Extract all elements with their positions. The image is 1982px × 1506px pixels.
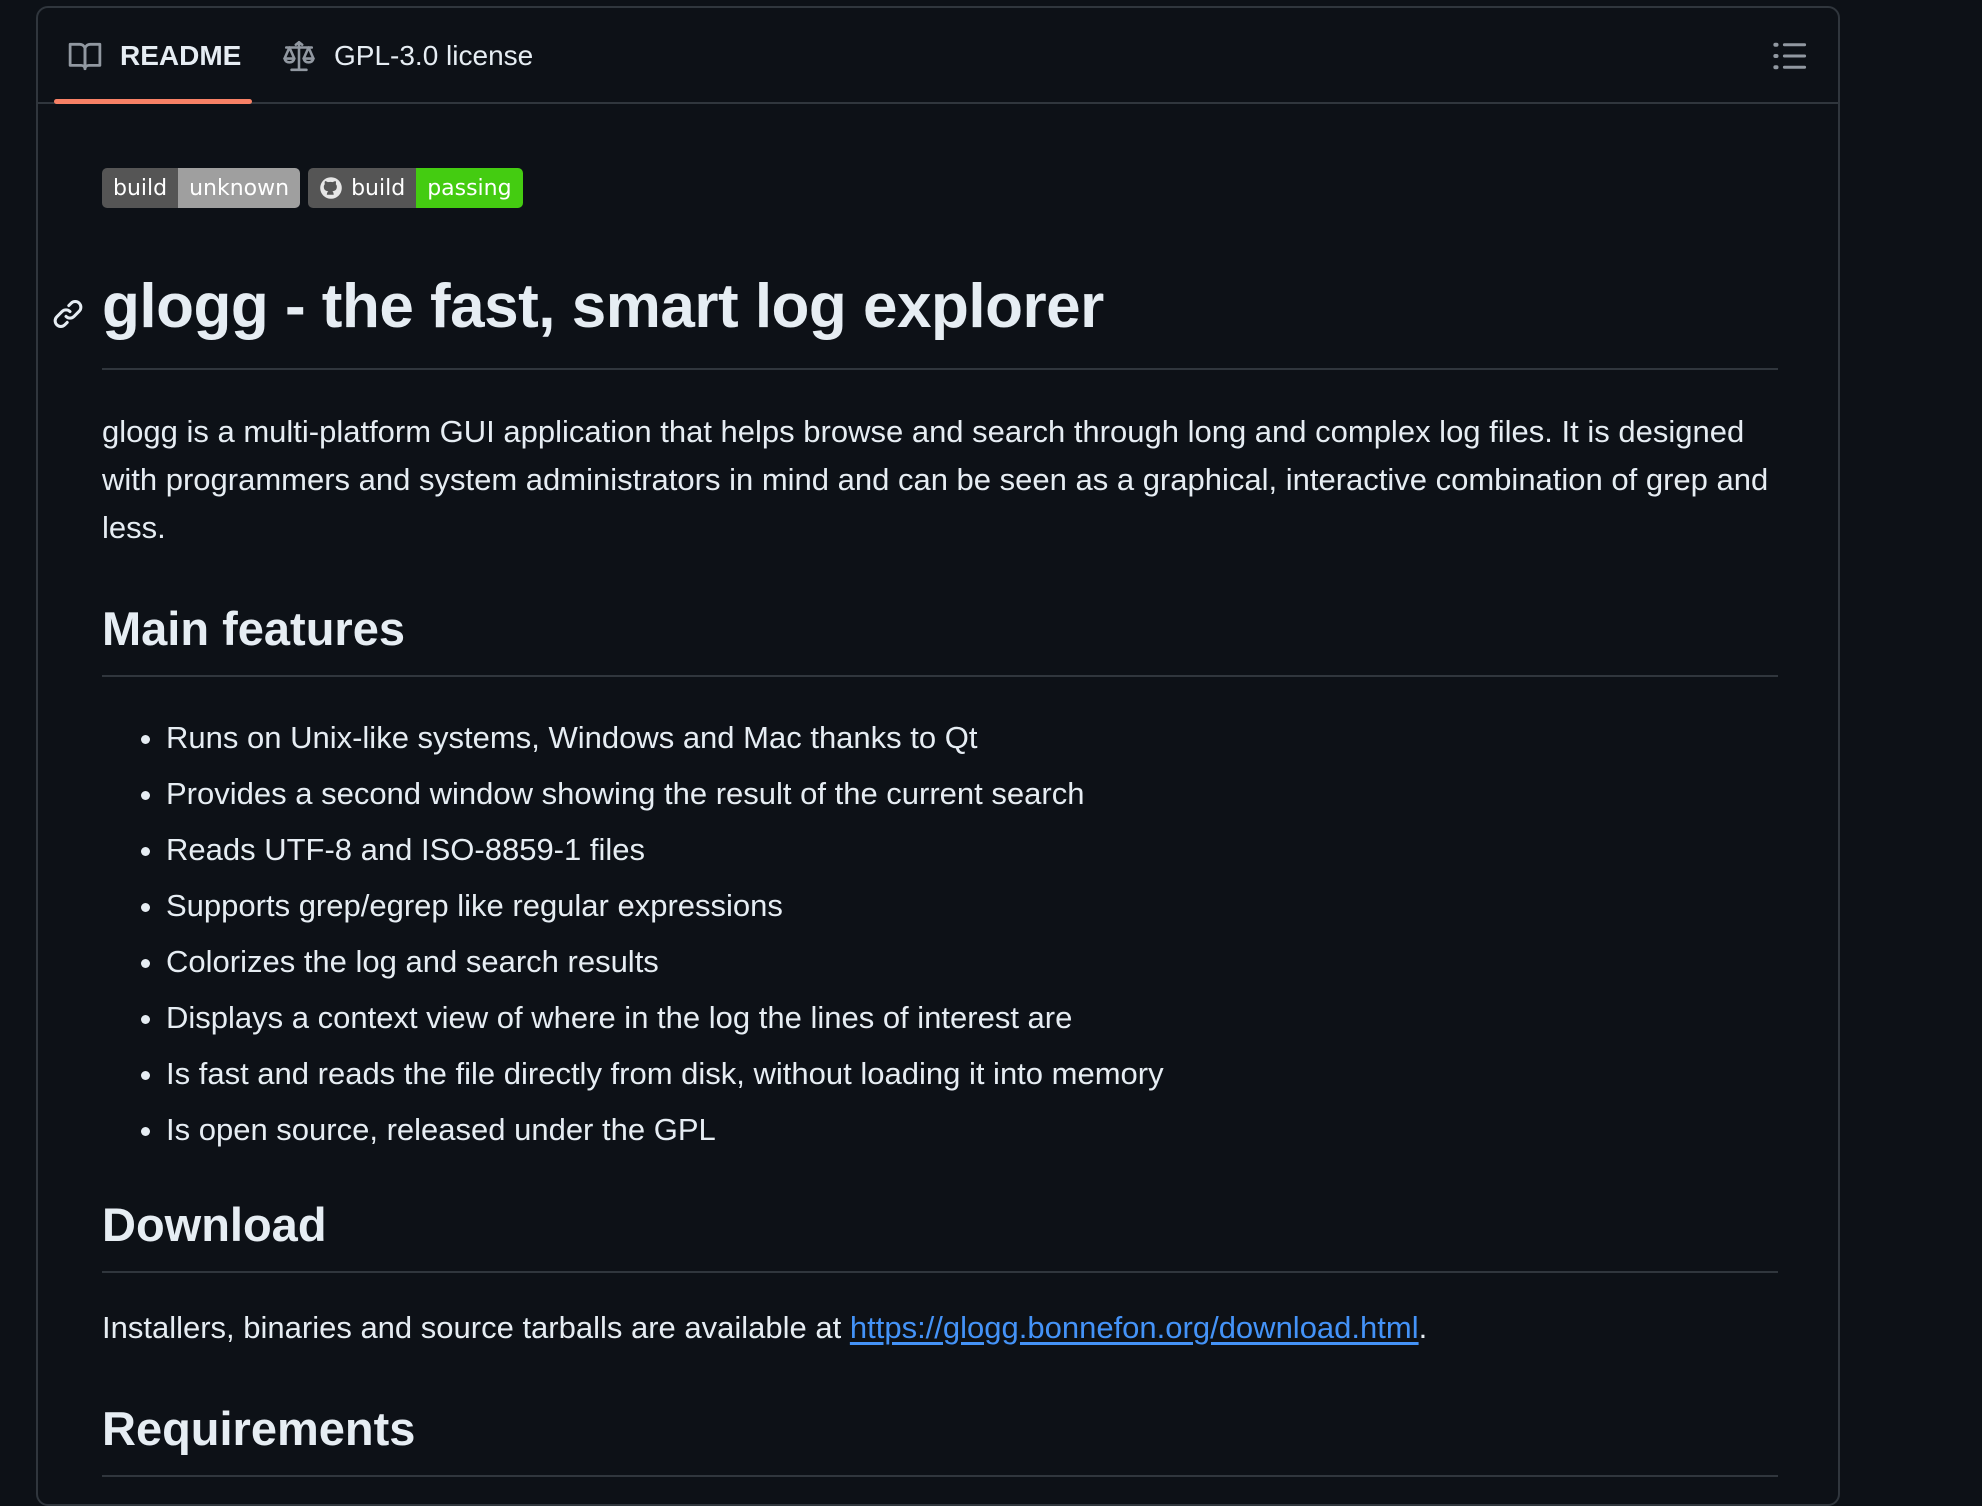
badges: build unknown build passing: [102, 168, 523, 208]
readme-tab-bar: README GPL-3.0 license: [38, 8, 1838, 104]
intro-paragraph: glogg is a multi-platform GUI applicatio…: [102, 414, 1769, 545]
download-text: Installers, binaries and source tarballs…: [102, 1310, 850, 1345]
list-item: Runs on Unix-like systems, Windows and M…: [166, 710, 1164, 766]
list-item: Is fast and reads the file directly from…: [166, 1046, 1164, 1102]
list-item: Is open source, released under the GPL: [166, 1102, 1164, 1158]
github-icon: [320, 177, 342, 199]
download-paragraph: Installers, binaries and source tarballs…: [102, 1304, 1778, 1352]
active-tab-indicator: [54, 99, 252, 104]
list-item: Reads UTF-8 and ISO-8859-1 files: [166, 822, 1164, 878]
tab-readme-label: README: [120, 40, 242, 71]
readme-box: README GPL-3.0 license build unknown bui…: [36, 6, 1840, 1506]
badge-status: unknown: [178, 168, 301, 208]
list-item: Provides a second window showing the res…: [166, 766, 1164, 822]
book-icon: [68, 42, 102, 71]
tab-license-label: GPL-3.0 license: [334, 40, 534, 71]
list-unordered-icon: [1773, 42, 1807, 70]
scale-icon: [283, 40, 315, 72]
badge-build-unknown[interactable]: build unknown: [102, 168, 301, 208]
badge-build-passing[interactable]: build passing: [308, 168, 523, 208]
heading-main-features: Main features: [102, 605, 1778, 677]
readme-title-text: glogg - the fast, smart log explorer: [102, 272, 1104, 341]
badge-label: build: [102, 168, 179, 208]
download-suffix: .: [1418, 1310, 1428, 1345]
badge-label-text: build: [351, 175, 406, 201]
list-item: Supports grep/egrep like regular express…: [166, 878, 1164, 934]
heading-download: Download: [102, 1201, 1778, 1273]
features-list: Runs on Unix-like systems, Windows and M…: [102, 710, 1164, 1158]
list-item: Colorizes the log and search results: [166, 934, 1164, 990]
link-anchor-icon[interactable]: [52, 298, 84, 330]
tab-readme[interactable]: README: [68, 8, 241, 104]
download-link[interactable]: https://glogg.bonnefon.org/download.html: [850, 1310, 1419, 1345]
list-item: Displays a context view of where in the …: [166, 990, 1164, 1046]
badge-status: passing: [416, 168, 523, 208]
outline-button[interactable]: [1772, 38, 1808, 74]
heading-requirements: Requirements: [102, 1405, 1778, 1477]
badge-label-with-icon: build: [308, 168, 417, 208]
readme-title: glogg - the fast, smart log explorer: [53, 276, 1778, 370]
tab-license[interactable]: GPL-3.0 license: [282, 8, 533, 104]
